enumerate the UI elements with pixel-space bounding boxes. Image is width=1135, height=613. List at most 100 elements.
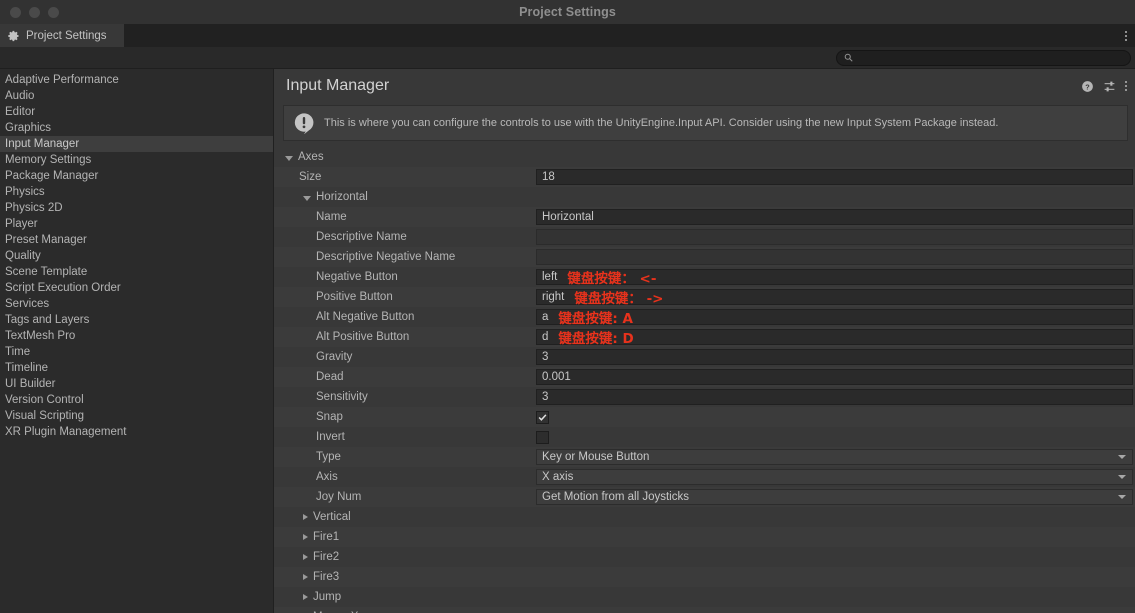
property-row[interactable]: Dead 0.001	[274, 367, 1135, 387]
foldout-closed-icon[interactable]	[303, 594, 308, 600]
sidebar-item-label: Visual Scripting	[5, 410, 85, 422]
info-banner: This is where you can configure the cont…	[283, 105, 1128, 141]
sidebar-item-audio[interactable]: Audio	[0, 88, 273, 104]
property-row[interactable]: Axis X axis	[274, 467, 1135, 487]
text-field-descriptive-negative-name[interactable]	[536, 249, 1133, 265]
sidebar-item-ui-builder[interactable]: UI Builder	[0, 376, 273, 392]
collapsed-axis-row[interactable]: Jump	[274, 587, 1135, 607]
collapsed-axis-row[interactable]: Fire1	[274, 527, 1135, 547]
minimize-dot[interactable]	[29, 6, 40, 18]
text-field-negative-button[interactable]: left 键盘按键： <-	[536, 269, 1133, 287]
sidebar-item-graphics[interactable]: Graphics	[0, 120, 273, 136]
text-field-sensitivity[interactable]: 3	[536, 389, 1133, 405]
sidebar-item-physics[interactable]: Physics	[0, 184, 273, 200]
sidebar-item-textmesh-pro[interactable]: TextMesh Pro	[0, 328, 273, 344]
sidebar-item-adaptive-performance[interactable]: Adaptive Performance	[0, 72, 273, 88]
label-text: Fire2	[313, 551, 340, 563]
tab-strip: Project Settings	[0, 24, 1135, 47]
property-label: Snap	[274, 411, 343, 423]
sidebar-item-script-execution-order[interactable]: Script Execution Order	[0, 280, 273, 296]
sidebar-item-memory-settings[interactable]: Memory Settings	[0, 152, 273, 168]
text-field-alt-negative-button[interactable]: a 键盘按键: A	[536, 309, 1133, 327]
property-row[interactable]: Joy Num Get Motion from all Joysticks	[274, 487, 1135, 507]
foldout-open-icon[interactable]	[285, 155, 293, 161]
sidebar-item-physics-2d[interactable]: Physics 2D	[0, 200, 273, 216]
text-field-name[interactable]: Horizontal	[536, 209, 1133, 225]
size-row[interactable]: Size 18	[274, 167, 1135, 187]
property-row[interactable]: Snap	[274, 407, 1135, 427]
close-dot[interactable]	[10, 6, 21, 18]
sidebar-item-visual-scripting[interactable]: Visual Scripting	[0, 408, 273, 424]
label-text: Descriptive Name	[316, 231, 407, 243]
horizontal-foldout-row[interactable]: Horizontal	[274, 187, 1135, 207]
checkbox-invert[interactable]	[536, 430, 549, 444]
foldout-closed-icon[interactable]	[303, 514, 308, 520]
property-label: Horizontal	[274, 191, 368, 203]
sidebar-item-preset-manager[interactable]: Preset Manager	[0, 232, 273, 248]
collapsed-axis-row[interactable]: Mouse X	[274, 607, 1135, 613]
property-row[interactable]: Sensitivity 3	[274, 387, 1135, 407]
property-row[interactable]: Positive Button right 键盘按键： ->	[274, 287, 1135, 307]
foldout-closed-icon[interactable]	[303, 534, 308, 540]
vertical-dots-icon[interactable]	[1125, 81, 1127, 91]
text-field-descriptive-name[interactable]	[536, 229, 1133, 245]
property-row[interactable]: Name Horizontal	[274, 207, 1135, 227]
sidebar-item-version-control[interactable]: Version Control	[0, 392, 273, 408]
collapsed-axis-row[interactable]: Fire2	[274, 547, 1135, 567]
search-input[interactable]	[857, 52, 1123, 63]
property-row[interactable]: Type Key or Mouse Button	[274, 447, 1135, 467]
property-row[interactable]: Descriptive Negative Name	[274, 247, 1135, 267]
foldout-open-icon[interactable]	[303, 195, 311, 201]
foldout-closed-icon[interactable]	[303, 554, 308, 560]
checkbox-snap[interactable]	[536, 410, 549, 424]
window-controls[interactable]	[0, 6, 59, 18]
property-label: Vertical	[274, 511, 351, 523]
dropdown-joy-num[interactable]: Get Motion from all Joysticks	[536, 489, 1133, 505]
info-banner-text: This is where you can configure the cont…	[324, 116, 999, 129]
zoom-dot[interactable]	[48, 6, 59, 18]
sidebar-item-timeline[interactable]: Timeline	[0, 360, 273, 376]
tab-overflow-menu[interactable]	[1125, 24, 1127, 47]
dropdown-axis[interactable]: X axis	[536, 469, 1133, 485]
sidebar-item-player[interactable]: Player	[0, 216, 273, 232]
sidebar-item-tags-and-layers[interactable]: Tags and Layers	[0, 312, 273, 328]
sidebar-item-package-manager[interactable]: Package Manager	[0, 168, 273, 184]
property-label: Axes	[274, 151, 324, 163]
sidebar-item-label: Tags and Layers	[5, 314, 90, 326]
sidebar-item-xr-plugin-management[interactable]: XR Plugin Management	[0, 424, 273, 440]
size-field[interactable]: 18	[536, 169, 1133, 185]
settings-sidebar[interactable]: Adaptive Performance Audio Editor Graphics I…	[0, 69, 274, 613]
sidebar-item-label: Input Manager	[5, 138, 80, 150]
tab-project-settings[interactable]: Project Settings	[0, 24, 124, 47]
property-label: Gravity	[274, 351, 352, 363]
sidebar-item-quality[interactable]: Quality	[0, 248, 273, 264]
sidebar-item-input-manager[interactable]: Input Manager	[0, 136, 273, 152]
text-field-positive-button[interactable]: right 键盘按键： ->	[536, 289, 1133, 307]
property-label: Axis	[274, 471, 338, 483]
search-box[interactable]	[836, 49, 1131, 66]
text-field-gravity[interactable]: 3	[536, 349, 1133, 365]
sidebar-item-editor[interactable]: Editor	[0, 104, 273, 120]
axes-foldout-row[interactable]: Axes	[274, 147, 1135, 167]
property-row[interactable]: Descriptive Name	[274, 227, 1135, 247]
check-icon	[538, 413, 547, 421]
collapsed-axis-row[interactable]: Vertical	[274, 507, 1135, 527]
sidebar-item-services[interactable]: Services	[0, 296, 273, 312]
text-field-alt-positive-button[interactable]: d 键盘按键: D	[536, 329, 1133, 347]
property-row[interactable]: Alt Positive Button d 键盘按键: D	[274, 327, 1135, 347]
property-row[interactable]: Gravity 3	[274, 347, 1135, 367]
property-row[interactable]: Alt Negative Button a 键盘按键: A	[274, 307, 1135, 327]
preset-icon[interactable]	[1103, 80, 1116, 93]
foldout-closed-icon[interactable]	[303, 574, 308, 580]
collapsed-axis-row[interactable]: Fire3	[274, 567, 1135, 587]
property-row[interactable]: Negative Button left 键盘按键： <-	[274, 267, 1135, 287]
property-label: Alt Positive Button	[274, 331, 409, 343]
property-row[interactable]: Invert	[274, 427, 1135, 447]
property-label: Name	[274, 211, 347, 223]
dropdown-type[interactable]: Key or Mouse Button	[536, 449, 1133, 465]
header-icon-group[interactable]: ?	[1081, 80, 1127, 93]
sidebar-item-scene-template[interactable]: Scene Template	[0, 264, 273, 280]
text-field-dead[interactable]: 0.001	[536, 369, 1133, 385]
sidebar-item-time[interactable]: Time	[0, 344, 273, 360]
help-icon[interactable]: ?	[1081, 80, 1094, 93]
